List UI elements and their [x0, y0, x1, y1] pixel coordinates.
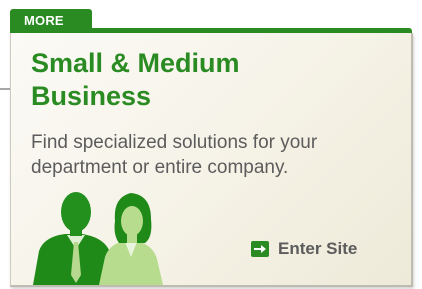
card-title: Small & Medium Business — [31, 47, 391, 113]
enter-site-label: Enter Site — [278, 239, 358, 258]
arrow-right-icon — [251, 241, 269, 257]
people-illustration — [33, 192, 163, 285]
card-description-line-1: Find specialized solutions for your — [31, 132, 318, 153]
promo-widget: MORE Small & Medium Business Find specia… — [0, 0, 422, 289]
enter-site-link[interactable]: Enter Site — [251, 238, 357, 260]
card-title-line-1: Small & Medium — [31, 48, 240, 78]
card-title-line-2: Business — [31, 81, 152, 111]
card-description: Find specialized solutions for your depa… — [31, 130, 406, 180]
small-medium-business-card[interactable]: Small & Medium Business Find specialized… — [10, 33, 413, 287]
card-description-line-2: department or entire company. — [31, 157, 289, 178]
woman-figure — [99, 193, 163, 285]
